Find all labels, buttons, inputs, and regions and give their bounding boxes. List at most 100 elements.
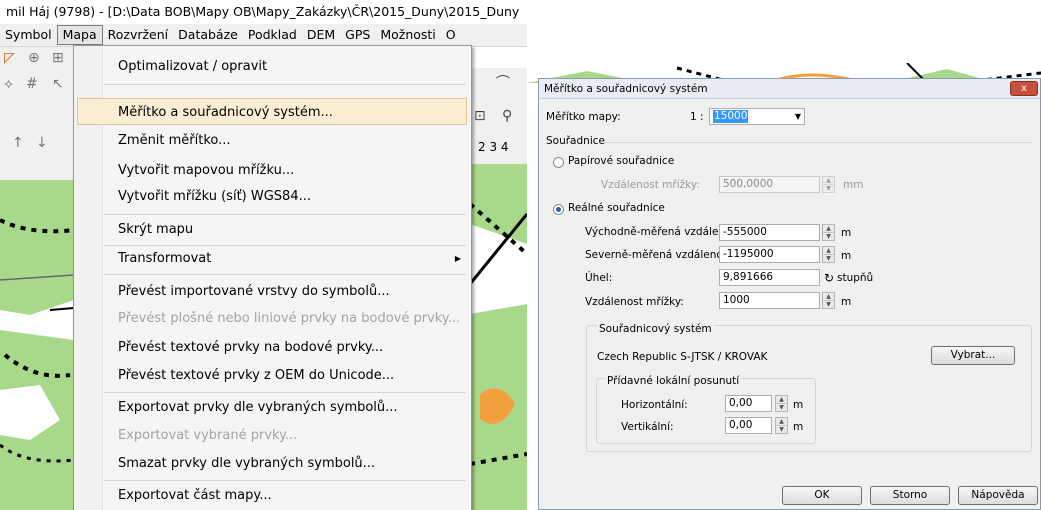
spin-down-icon: ▼ xyxy=(776,425,787,433)
paper-grid-spinner: ▲ ▼ xyxy=(822,176,835,193)
horizontal-offset-label: Horizontální: xyxy=(621,399,688,411)
menu-item-optimalizovat[interactable]: Optimalizovat / opravit xyxy=(74,53,469,80)
arrow-up-icon[interactable]: ↑ xyxy=(12,135,24,151)
menu-o[interactable]: O xyxy=(441,25,461,45)
menu-item-exportovat-prvky-dle-symbolu[interactable]: Exportovat prvky dle vybraných symbolů..… xyxy=(74,394,469,421)
menu-separator xyxy=(104,214,466,215)
menu-separator xyxy=(104,84,466,85)
real-coords-radio[interactable] xyxy=(553,204,564,215)
menu-item-label: Skrýt mapu xyxy=(118,222,194,237)
mapa-dropdown-menu: Optimalizovat / opravit Měřítko a souřad… xyxy=(73,45,472,510)
paper-coords-label: Papírové souřadnice xyxy=(568,155,675,167)
dialog-screenshot: Měřítko a souřadnicový systém x Měřítko … xyxy=(527,0,1041,510)
menubar: Symbol Mapa Rozvržení Databáze Podklad DEM GPS… xyxy=(0,24,527,47)
spin-down-icon: ▼ xyxy=(776,403,787,411)
scale-dropdown[interactable]: 15000 ▼ xyxy=(709,108,805,125)
paper-coords-radio[interactable] xyxy=(553,157,564,168)
menu-dem[interactable]: DEM xyxy=(302,25,340,45)
chevron-down-icon: ▼ xyxy=(794,112,801,121)
menu-moznosti[interactable]: Možnosti xyxy=(375,25,440,45)
curve-tool-icon[interactable]: ⌒ xyxy=(496,72,510,92)
menu-rozvrzeni[interactable]: Rozvržení xyxy=(103,25,174,45)
scale-coordinate-dialog: Měřítko a souřadnicový systém x Měřítko … xyxy=(538,78,1041,510)
right-toolbar: ⌒ ⊡ ⚲ 2 3 4 xyxy=(464,68,527,164)
east-offset-value: -555000 xyxy=(723,226,767,238)
zoom-icon[interactable]: ⊡ xyxy=(474,108,486,124)
add-vertex-icon[interactable]: ⊕ xyxy=(28,50,40,66)
map-canvas-right[interactable] xyxy=(470,164,527,510)
menu-item-smazat-prvky-dle-symbolu[interactable]: Smazat prvky dle vybraných symbolů... xyxy=(74,450,469,477)
east-offset-unit: m xyxy=(841,227,852,239)
coordsys-name: Czech Republic S-JTSK / KROVAK xyxy=(597,351,768,363)
pin-icon[interactable]: ⟡ xyxy=(4,76,13,92)
arrow-tool-icon[interactable]: ↖ xyxy=(52,76,64,92)
toolbar-numbers[interactable]: 2 3 4 xyxy=(478,140,509,154)
menu-item-label: Vytvořit mřížku (síť) WGS84... xyxy=(118,189,311,204)
menu-item-prevest-importovane-vrstvy[interactable]: Převést importované vrstvy do symbolů... xyxy=(74,278,469,305)
hash-icon[interactable]: # xyxy=(26,76,38,92)
paper-grid-label: Vzdálenost mřížky: xyxy=(601,179,700,191)
real-grid-value: 1000 xyxy=(723,294,750,306)
angle-input[interactable]: 9,891666 xyxy=(719,269,820,286)
spin-up-icon: ▲ xyxy=(779,396,784,403)
menu-item-prevest-textove-oem-unicode[interactable]: Převést textové prvky z OEM do Unicode..… xyxy=(74,362,469,389)
east-offset-input[interactable]: -555000 xyxy=(719,224,820,241)
menu-separator xyxy=(104,392,466,393)
menu-gps[interactable]: GPS xyxy=(340,25,375,45)
real-coords-label: Reálné souřadnice xyxy=(568,202,665,214)
menu-item-label: Převést textové prvky z OEM do Unicode..… xyxy=(118,368,395,383)
help-button[interactable]: Nápověda xyxy=(958,486,1038,505)
menu-separator xyxy=(104,274,466,275)
menu-item-meritko-souradnicovy-system[interactable]: Měřítko a souřadnicový systém... xyxy=(77,98,467,125)
north-offset-spinner[interactable]: ▲ ▼ xyxy=(822,246,835,263)
menu-item-label: Převést plošné nebo liniové prvky na bod… xyxy=(118,311,461,326)
menu-item-exportovat-cast-mapy[interactable]: Exportovat část mapy... xyxy=(74,482,469,509)
spin-down-icon: ▼ xyxy=(823,300,834,308)
menu-item-vytvorit-mapovou-mrizku[interactable]: Vytvořit mapovou mřížku... xyxy=(74,157,469,184)
vertical-offset-unit: m xyxy=(793,421,804,433)
menu-item-label: Exportovat vybrané prvky... xyxy=(118,428,298,443)
menu-databaze[interactable]: Databáze xyxy=(173,25,243,45)
submenu-arrow-icon: ▶ xyxy=(454,254,461,263)
menu-item-transformovat[interactable]: Transformovat ▶ xyxy=(74,245,469,272)
real-grid-input[interactable]: 1000 xyxy=(719,292,820,309)
horizontal-offset-spinner[interactable]: ▲ ▼ xyxy=(775,395,788,412)
coordinates-group-label: Souřadnice xyxy=(546,135,605,147)
real-grid-spinner[interactable]: ▲ ▼ xyxy=(822,292,835,309)
menu-item-label: Transformovat xyxy=(118,251,212,266)
scale-value: 15000 xyxy=(713,110,749,123)
vertical-offset-spinner[interactable]: ▲ ▼ xyxy=(775,417,788,434)
left-toolbar: ◸ ⊕ ⊞ ⟡ # ↖ ↑ ↓ xyxy=(0,47,74,182)
menu-item-label: Smazat prvky dle vybraných symbolů... xyxy=(118,456,376,471)
menu-symbol[interactable]: Symbol xyxy=(0,25,57,45)
rotate-icon[interactable]: ↻ xyxy=(824,271,834,285)
north-offset-input[interactable]: -1195000 xyxy=(719,246,820,263)
menu-item-exportovat-vybrane-prvky: Exportovat vybrané prvky... xyxy=(74,422,469,449)
real-grid-label: Vzdálenost mřížky: xyxy=(585,296,684,308)
menu-mapa[interactable]: Mapa xyxy=(56,25,103,45)
vertical-offset-input[interactable]: 0,00 xyxy=(725,417,772,434)
draw-tool-icon[interactable]: ◸ xyxy=(4,50,15,66)
grid-vertex-icon[interactable]: ⊞ xyxy=(52,50,64,66)
menu-item-prevest-plosne-liniove: Převést plošné nebo liniové prvky na bod… xyxy=(74,305,469,332)
menu-item-zmenit-meritko[interactable]: Změnit měřítko... xyxy=(74,127,469,154)
menu-item-vytvorit-mrizku-wgs84[interactable]: Vytvořit mřížku (síť) WGS84... xyxy=(74,183,469,210)
menu-item-prevest-textove-na-bodove[interactable]: Převést textové prvky na bodové prvky... xyxy=(74,334,469,361)
map-canvas-left[interactable] xyxy=(0,180,74,510)
menu-podklad[interactable]: Podklad xyxy=(243,25,302,45)
spin-up-icon: ▲ xyxy=(826,293,831,300)
map-drawing-right xyxy=(470,164,527,510)
magnifier-icon[interactable]: ⚲ xyxy=(502,108,512,124)
arrow-down-icon[interactable]: ↓ xyxy=(36,135,48,151)
close-button[interactable]: x xyxy=(1010,81,1038,96)
ok-button[interactable]: OK xyxy=(782,486,862,505)
menu-item-skryt-mapu[interactable]: Skrýt mapu xyxy=(74,216,469,243)
east-offset-spinner[interactable]: ▲ ▼ xyxy=(822,224,835,241)
dialog-title-text: Měřítko a souřadnicový systém xyxy=(544,83,708,95)
menu-item-label: Převést importované vrstvy do symbolů... xyxy=(118,284,390,299)
cancel-button[interactable]: Storno xyxy=(870,486,950,505)
spin-down-icon: ▼ xyxy=(823,232,834,240)
horizontal-offset-input[interactable]: 0,00 xyxy=(725,395,772,412)
scale-prefix: 1 : xyxy=(690,111,704,123)
select-coordsys-button[interactable]: Vybrat... xyxy=(931,346,1015,365)
